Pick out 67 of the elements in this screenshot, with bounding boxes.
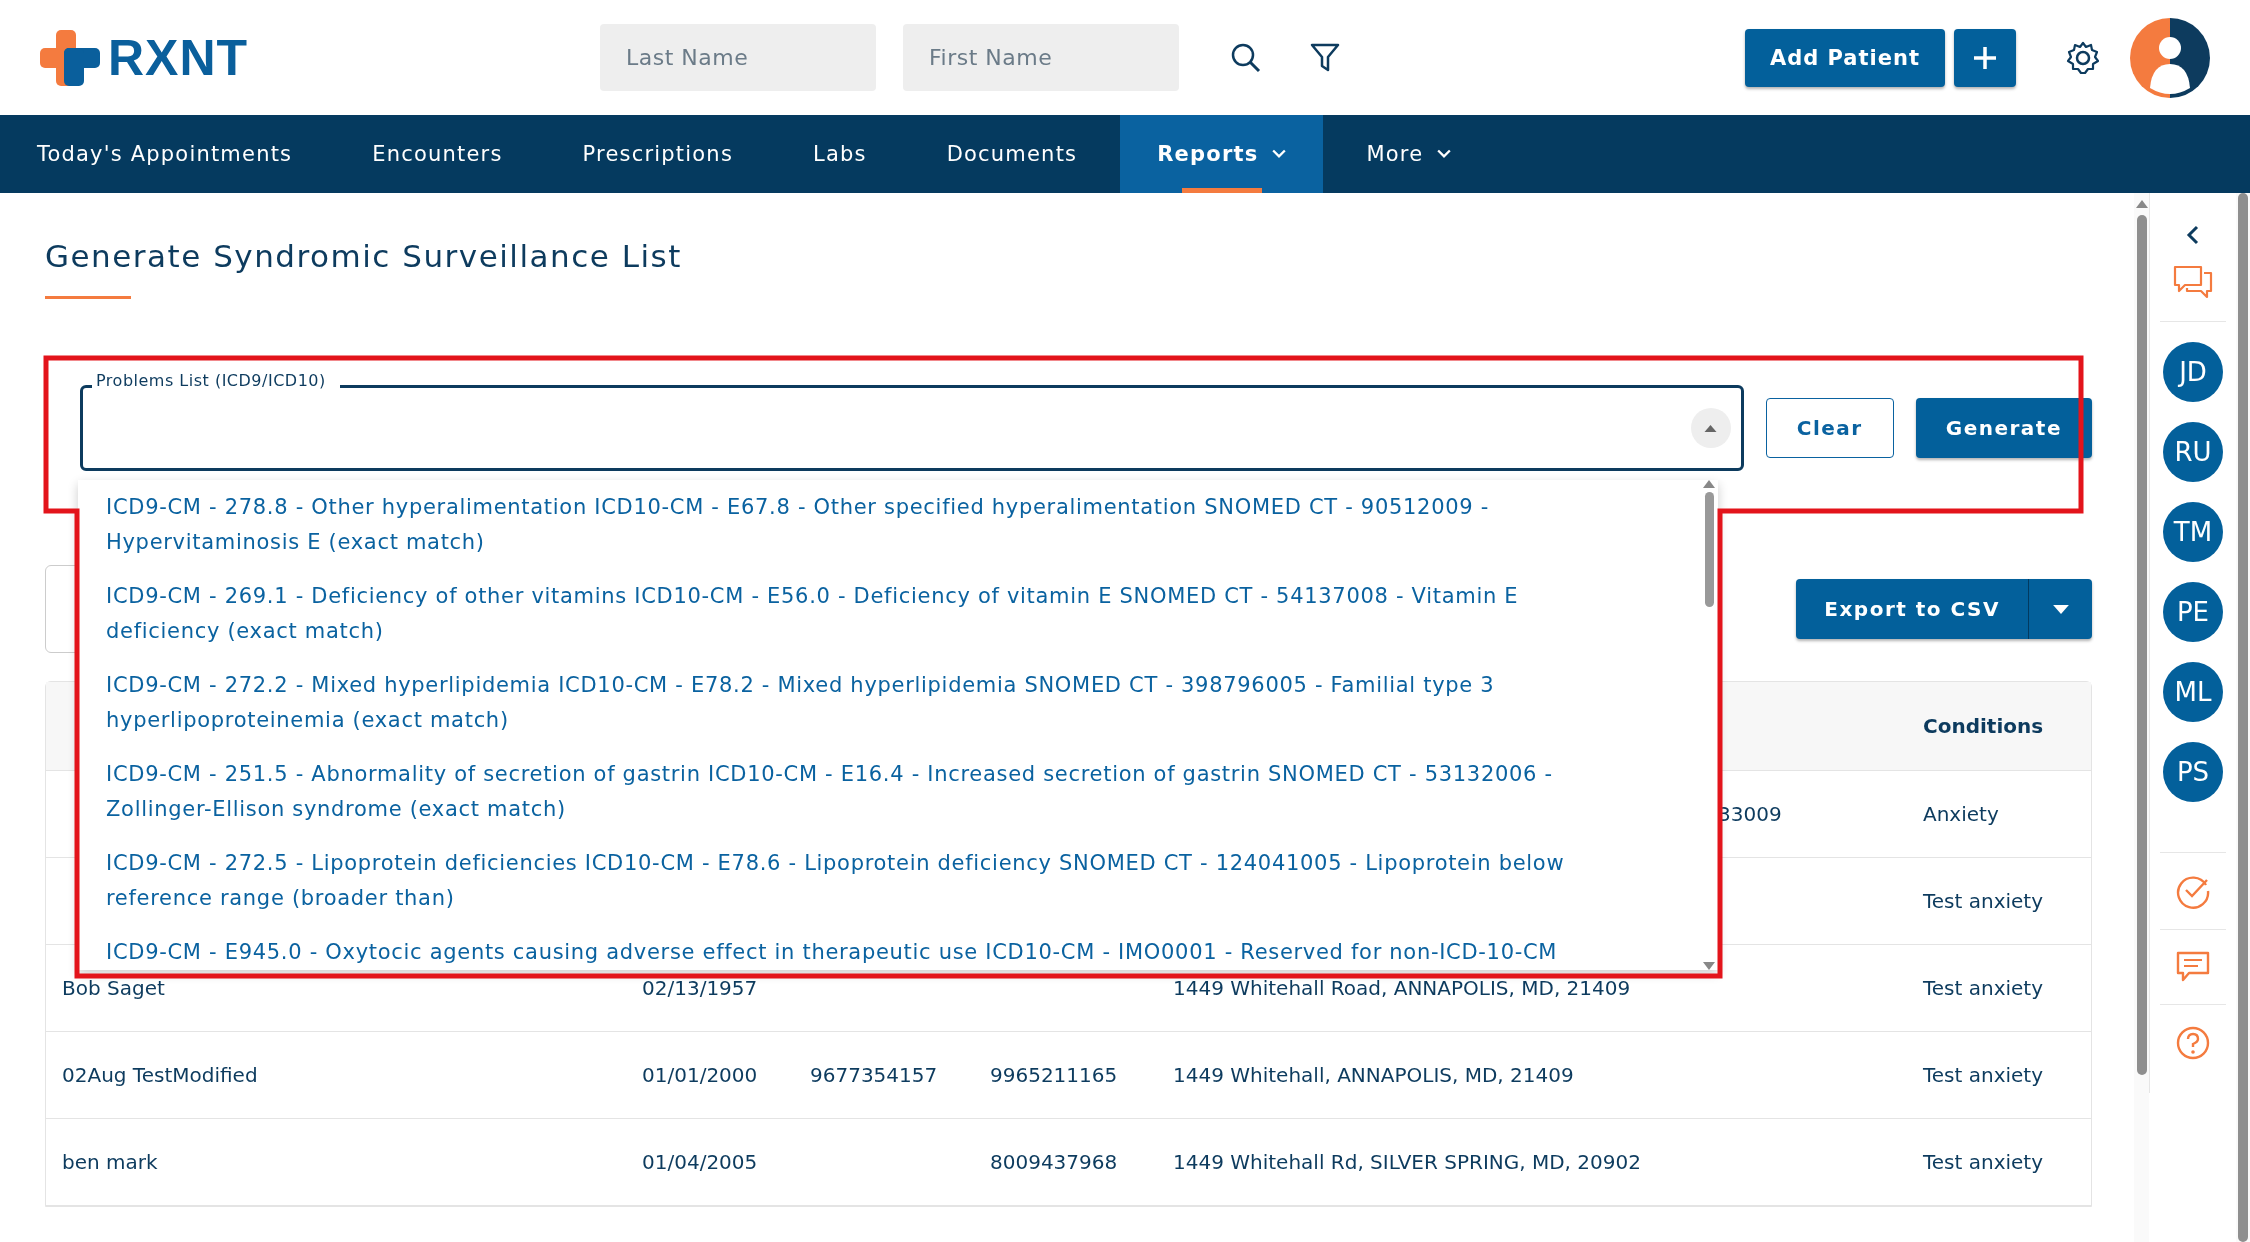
message-icon[interactable] — [2176, 950, 2210, 984]
dropdown-option[interactable]: ICD9-CM - 278.8 - Other hyperalimentation ICD10-CM - E67.8 - Other specified hyperalimentation SNOMED CT - 90512009 - Hypervitaminosis E (exact match) — [106, 480, 1630, 569]
table-cell-text: 8009437968 — [990, 1150, 1119, 1174]
table-cell-text: 1449 Whitehall Rd, SILVER SPRING, MD, 20902 — [1173, 1150, 1642, 1174]
add-patient-button[interactable]: Add Patient — [1744, 28, 1945, 87]
caret-up-icon — [1704, 424, 1718, 432]
dropdown-option[interactable]: ICD9-CM - 272.5 - Lipoprotein deficiencies ICD10-CM - E78.6 - Lipoprotein deficiency SNOMED CT - 124041005 - Lipoprotein below reference range (broader than) — [106, 836, 1630, 925]
dropdown-option[interactable]: ICD9-CM - 251.5 - Abnormality of secretion of gastrin ICD10-CM - E16.4 - Increased secretion of gastrin SNOMED CT - 53132006 - Zollinger-Ellison syndrome (exact match) — [106, 747, 1630, 836]
table-cell-text: 1449 Whitehall Road, ANNAPOLIS, MD, 21409 — [1173, 976, 1632, 1000]
nav-tab[interactable]: Reports — [1120, 115, 1324, 193]
table-cell-text: 01/04/2005 — [642, 1150, 759, 1174]
table-cell-text: 9677354157 — [810, 1063, 939, 1087]
user-avatar[interactable]: PS — [2163, 742, 2223, 802]
scrollbar-thumb[interactable] — [1704, 492, 1714, 607]
scrollbar-thumb[interactable] — [2238, 193, 2248, 1242]
dropdown-option[interactable]: ICD9-CM - 269.1 - Deficiency of other vitamins ICD10-CM - E56.0 - Deficiency of vitamin E SNOMED CT - 54137008 - Vitamin E deficiency (exact match) — [106, 569, 1630, 658]
nav-tab[interactable]: Documents — [909, 115, 1115, 193]
cross-logo-icon — [40, 29, 100, 86]
search-field[interactable]: Last Name — [600, 24, 876, 91]
table-cell-text: Bob Saget — [62, 976, 166, 1000]
table-cell-text: 01/01/2000 — [642, 1063, 759, 1087]
toggle-button[interactable] — [1690, 408, 1731, 448]
scroll-up-icon[interactable] — [2135, 199, 2148, 209]
help-icon[interactable] — [2175, 1025, 2211, 1061]
check-circle-icon[interactable] — [2175, 873, 2211, 909]
table-cell-text: 33009 — [1718, 802, 1783, 826]
caret-down-icon — [2052, 604, 2069, 614]
scrollbar-thumb[interactable] — [2136, 215, 2147, 1075]
settings-icon[interactable] — [2066, 40, 2100, 75]
nav-tab[interactable]: Prescriptions — [545, 115, 771, 193]
table-cell-text: Test anxiety — [1923, 889, 2045, 913]
table-cell-text: Test anxiety — [1923, 1063, 2045, 1087]
table-cell-text: Test anxiety — [1923, 976, 2045, 1000]
add-button[interactable] — [1954, 28, 2016, 87]
chevron-left-icon[interactable] — [2186, 225, 2200, 245]
table-cell-text: Anxiety — [1923, 802, 2000, 826]
user-avatar[interactable]: JD — [2163, 342, 2223, 402]
user-avatar[interactable]: ML — [2163, 662, 2223, 722]
column-header: Conditions — [1923, 714, 2045, 738]
dropdown-option[interactable]: ICD9-CM - E945.0 - Oxytocic agents causing adverse effect in therapeutic use ICD10-CM - IMO0001 - Reserved for non-ICD-10-CM — [106, 925, 1630, 970]
dropdown-option[interactable]: ICD9-CM - 272.2 - Mixed hyperlipidemia ICD10-CM - E78.2 - Mixed hyperlipidemia SNOMED CT - 398796005 - Familial type 3 hyperlipoproteinemia (exact match) — [106, 658, 1630, 747]
table-cell-text: 02/13/1957 — [642, 976, 759, 1000]
clear-button[interactable]: Clear — [1765, 398, 1894, 458]
nav-tab[interactable]: Today's Appointments — [0, 115, 330, 193]
user-avatar[interactable]: RU — [2163, 422, 2223, 482]
logo-text[interactable]: RXNT — [108, 28, 249, 87]
table-cell-text: 9965211165 — [990, 1063, 1119, 1087]
user-avatar-icon[interactable] — [2130, 17, 2210, 98]
filter-icon[interactable] — [1310, 41, 1340, 74]
table-cell-text: 1449 Whitehall, ANNAPOLIS, MD, 21409 — [1173, 1063, 1575, 1087]
table-cell-text: 02Aug TestModified — [62, 1063, 259, 1087]
scroll-down-icon[interactable] — [1703, 962, 1715, 970]
table-cell-text: ben mark — [62, 1150, 159, 1174]
scroll-up-icon[interactable] — [1703, 480, 1715, 488]
field-label: Problems List (ICD9/ICD10) — [92, 371, 340, 390]
user-avatar[interactable]: TM — [2163, 502, 2223, 562]
generate-button[interactable]: Generate — [1915, 398, 2092, 458]
chat-icon[interactable] — [2173, 265, 2213, 301]
plus-icon — [1972, 44, 1998, 71]
nav-tab[interactable]: Encounters — [335, 115, 540, 193]
search-field[interactable]: First Name — [903, 24, 1179, 91]
table-cell-text: Test anxiety — [1923, 1150, 2045, 1174]
nav-tab[interactable]: Labs — [776, 115, 904, 193]
search-icon[interactable] — [1230, 41, 1262, 74]
page-title: Generate Syndromic Surveillance List — [45, 238, 683, 274]
user-avatar[interactable]: PE — [2163, 582, 2223, 642]
nav-tab[interactable]: More — [1329, 115, 1489, 193]
